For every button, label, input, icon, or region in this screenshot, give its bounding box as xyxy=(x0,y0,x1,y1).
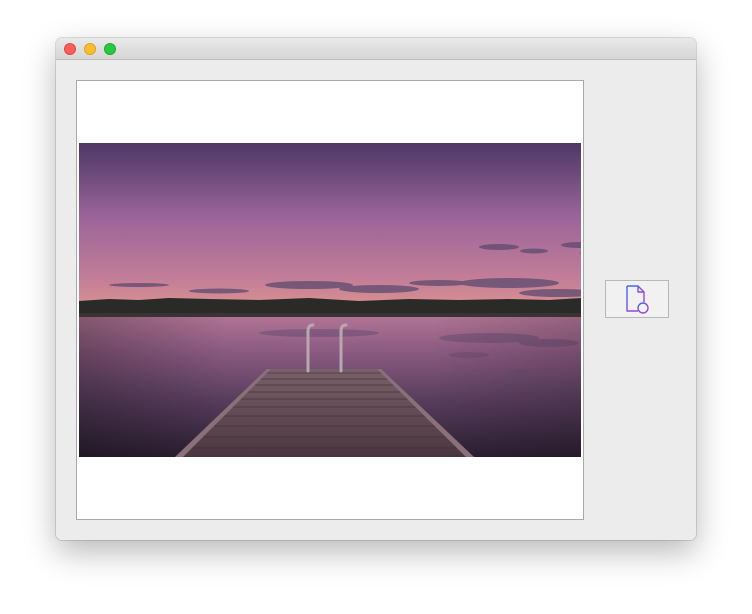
document-search-button[interactable] xyxy=(605,280,669,318)
close-button[interactable] xyxy=(64,43,76,55)
app-window xyxy=(56,38,696,540)
title-bar[interactable] xyxy=(56,38,696,60)
zoom-button[interactable] xyxy=(104,43,116,55)
document-search-icon xyxy=(626,285,649,314)
minimize-button[interactable] xyxy=(84,43,96,55)
image-canvas xyxy=(76,80,584,520)
lake-dock-sunset-photo xyxy=(79,143,581,457)
